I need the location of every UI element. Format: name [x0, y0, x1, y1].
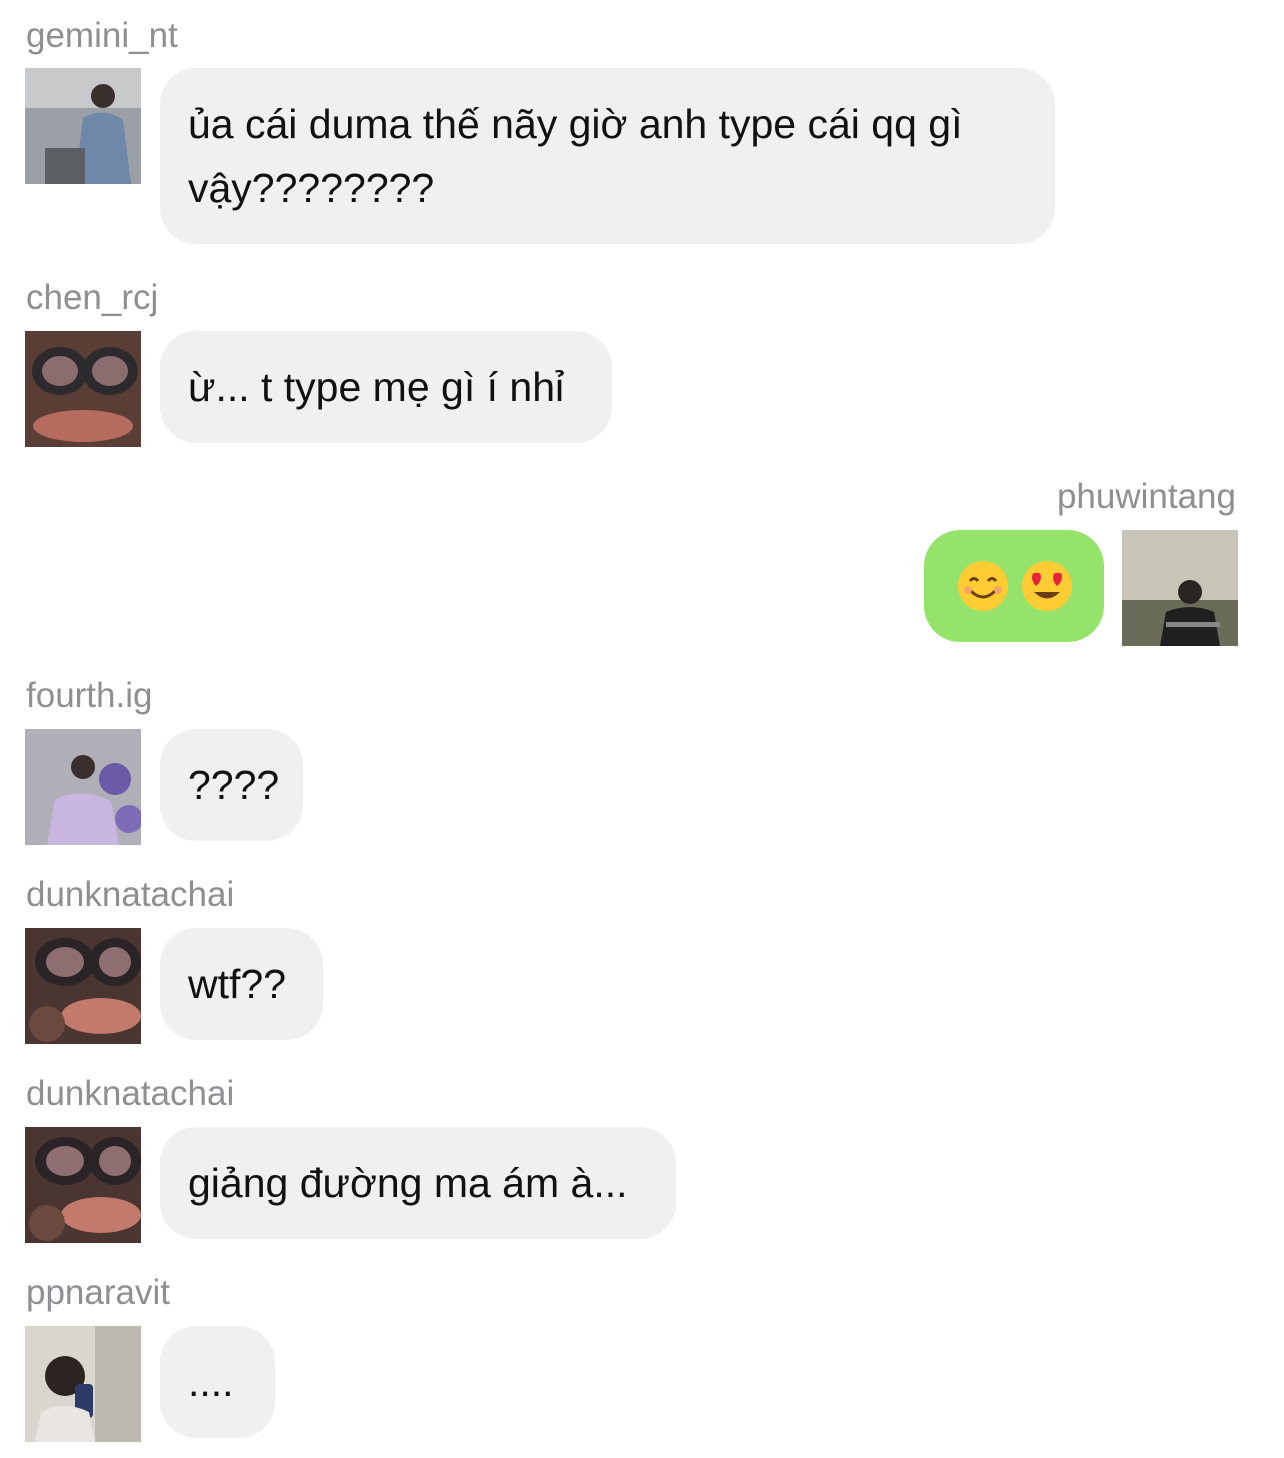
sender-username: gemini_nt: [26, 16, 178, 55]
message-bubble[interactable]: [924, 530, 1104, 642]
avatar[interactable]: [25, 1127, 141, 1243]
message-bubble[interactable]: wtf??: [160, 928, 323, 1040]
message-bubble[interactable]: ....: [160, 1326, 275, 1438]
message-text: wtf??: [188, 961, 286, 1007]
sender-username: dunknatachai: [26, 875, 235, 914]
message-text: ????: [188, 762, 280, 808]
message-text: ủa cái duma thế nãy giờ anh type cái qq …: [188, 101, 963, 211]
sender-username: ppnaravit: [26, 1273, 170, 1312]
message-text: giảng đường ma ám à...: [188, 1160, 628, 1206]
avatar[interactable]: [25, 1326, 141, 1442]
avatar[interactable]: [25, 331, 141, 447]
avatar[interactable]: [1122, 530, 1238, 646]
message-bubble[interactable]: ừ... t type mẹ gì í nhỉ: [160, 331, 612, 443]
avatar[interactable]: [25, 68, 141, 184]
message-bubble[interactable]: ủa cái duma thế nãy giờ anh type cái qq …: [160, 68, 1055, 244]
sender-username: dunknatachai: [26, 1074, 235, 1113]
avatar[interactable]: [25, 928, 141, 1044]
message-text: ừ... t type mẹ gì í nhỉ: [188, 364, 565, 410]
heart-eyes-icon: [1020, 559, 1074, 613]
message-bubble[interactable]: giảng đường ma ám à...: [160, 1127, 676, 1239]
sender-username: chen_rcj: [26, 278, 159, 317]
smiling-face-icon: [956, 559, 1010, 613]
avatar[interactable]: [25, 729, 141, 845]
message-bubble[interactable]: ????: [160, 729, 303, 841]
sender-username: phuwintang: [1056, 477, 1236, 516]
sender-username: fourth.ig: [26, 676, 153, 715]
message-text: ....: [188, 1359, 234, 1405]
